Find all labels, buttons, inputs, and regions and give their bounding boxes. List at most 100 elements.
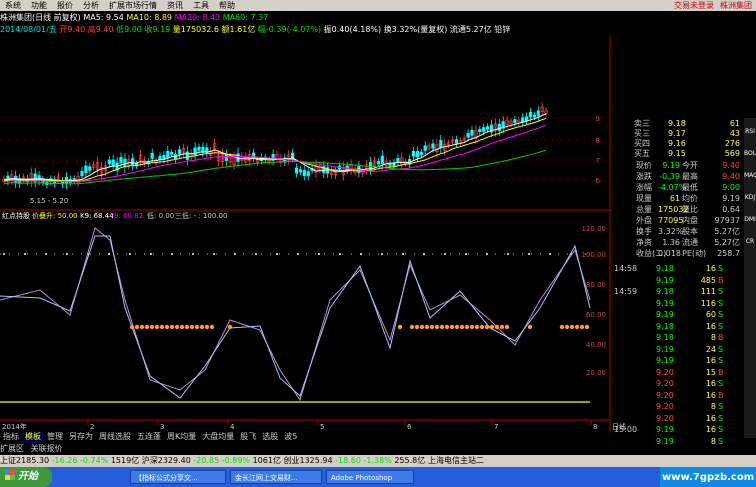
- stat-value-2: 258.7: [717, 249, 740, 258]
- month-label: 6: [407, 423, 412, 431]
- bottom-tab[interactable]: 另存为: [66, 431, 96, 443]
- tab-related-quote[interactable]: 关联报价: [31, 444, 63, 453]
- bottom-tab[interactable]: 股飞: [237, 431, 259, 443]
- tick-time: 14:58: [614, 264, 638, 273]
- holding-dot: [579, 324, 585, 330]
- tick-price: 9.18: [656, 264, 674, 273]
- bottom-tab[interactable]: 五连蓬: [134, 431, 164, 443]
- indicator-tick-label: 60.00: [586, 311, 606, 319]
- start-label: 开始: [18, 471, 38, 482]
- side-tab-kdj[interactable]: KDJ: [744, 188, 756, 208]
- tick-row: 15:00 9.19 16 S: [612, 424, 742, 435]
- holding-dot: [409, 324, 415, 330]
- day-date: 2014/08/01/五: [0, 25, 57, 34]
- indicator-tick-label: 100.00: [582, 251, 607, 259]
- task-item-label: Adobe Photoshop: [331, 474, 393, 482]
- trade-login-status[interactable]: 交易未登录: [674, 1, 714, 10]
- level-dot: [444, 253, 446, 255]
- ma10-label: MA10: 8.89: [126, 13, 173, 22]
- holding-dot: [149, 324, 155, 330]
- menu-bar: 系统 功能 报价 分析 扩展市场行情 资讯 工具 帮助 交易未登录 株洲集团: [0, 0, 756, 11]
- candlestick: [84, 165, 88, 174]
- tick-row: 9.19 60 S: [612, 309, 742, 320]
- bottom-tab[interactable]: 周线选股: [96, 431, 134, 443]
- menu-help[interactable]: 帮助: [214, 0, 240, 11]
- holding-dot: [459, 324, 465, 330]
- tick-row: 9.20 15 B: [612, 367, 742, 378]
- menu-analysis[interactable]: 分析: [78, 0, 104, 11]
- bottom-tab[interactable]: 波5: [281, 431, 300, 443]
- bottom-tab[interactable]: 模板: [22, 431, 44, 443]
- side-tab-boll[interactable]: BOLL: [744, 144, 756, 164]
- candlestick: [150, 152, 154, 159]
- tick-price: 9.18: [656, 321, 674, 331]
- holding-dot: [454, 324, 460, 330]
- level-dot: [108, 253, 110, 255]
- tick-time: 14:59: [614, 287, 638, 296]
- tick-row: 9.18 16 S: [612, 321, 742, 332]
- side-tab-rsi[interactable]: RSI: [744, 122, 756, 142]
- indicator-tick-label: 80.00: [586, 281, 606, 289]
- tick-volume: 485: [700, 275, 716, 285]
- task-item-trade[interactable]: 金长江网上交易财...: [230, 470, 322, 484]
- side-tab-macd[interactable]: MACD: [744, 166, 756, 186]
- indicator-tick-label: 40.00: [586, 341, 606, 349]
- bottom-tab[interactable]: 周K均量: [164, 431, 199, 443]
- tick-price: 9.20: [656, 413, 674, 423]
- holding-dot: [419, 324, 425, 330]
- month-label: 2: [90, 423, 94, 431]
- side-tab-dmi[interactable]: DMI: [744, 210, 756, 230]
- tick-volume: 15: [705, 367, 716, 377]
- candlestick: [170, 151, 174, 155]
- tick-volume: 16: [705, 390, 716, 400]
- price-tick-label: 7: [596, 157, 600, 165]
- task-item-formula[interactable]: 【指标公式分享交...: [130, 470, 226, 484]
- level-dot: [255, 253, 257, 255]
- holding-dot: [139, 324, 145, 330]
- tick-price: 9.19: [656, 275, 674, 285]
- candlestick: [528, 112, 533, 118]
- bottom-tab[interactable]: 管理: [44, 431, 66, 443]
- menu-system[interactable]: 系统: [0, 0, 26, 11]
- bottom-tab[interactable]: 指标: [0, 431, 22, 443]
- candlestick: [197, 146, 201, 151]
- cy-change: -18.60: [335, 456, 361, 465]
- tick-row: 9.19 485 B: [612, 275, 742, 286]
- holding-dot: [504, 324, 510, 330]
- day-amplitude: 振0.40(4.18%): [323, 25, 382, 34]
- menu-function[interactable]: 功能: [26, 0, 52, 11]
- menu-news[interactable]: 资讯: [162, 0, 188, 11]
- holding-dot: [449, 324, 455, 330]
- month-label: 5: [320, 423, 324, 431]
- ma20-line: [3, 124, 547, 183]
- task-item-photoshop[interactable]: Adobe Photoshop: [326, 470, 414, 484]
- holding-dot: [489, 324, 495, 330]
- menu-extended-market[interactable]: 扩展市场行情: [104, 0, 162, 11]
- holding-dot: [424, 324, 430, 330]
- holding-dot: [469, 324, 475, 330]
- holding-dot: [189, 324, 195, 330]
- quote-panel: 卖三 9.18 61 买三 9.17 43 买四 9.16 276 买五 9.15 569 现价 9.19…: [612, 118, 744, 446]
- server-name[interactable]: 上海电信主站二: [428, 455, 484, 467]
- menu-tools[interactable]: 工具: [188, 0, 214, 11]
- month-label: 7: [494, 423, 498, 431]
- holding-dot: [209, 324, 215, 330]
- indicator-tick-label: 120.00: [582, 225, 607, 233]
- holding-dot: [174, 324, 180, 330]
- level-dot: [150, 253, 152, 255]
- start-button[interactable]: 开始: [0, 467, 52, 487]
- tab-extended-area[interactable]: 扩展区: [0, 444, 24, 453]
- bottom-tab[interactable]: 大盘均量: [199, 431, 237, 443]
- candlestick: [290, 152, 295, 159]
- holding-dot: [564, 324, 570, 330]
- tick-side: S: [718, 436, 724, 446]
- sub-tab-bar: 扩展区 关联报价: [0, 443, 610, 454]
- level-dot: [213, 253, 215, 255]
- side-tab-cr[interactable]: CR: [744, 232, 756, 252]
- candlestick: [536, 110, 540, 117]
- tick-side: B: [718, 275, 724, 285]
- bottom-tab[interactable]: 选股: [259, 431, 281, 443]
- level-dot: [423, 253, 425, 255]
- ma60-label: MA60: 7.37: [222, 13, 269, 22]
- menu-quote[interactable]: 报价: [52, 0, 78, 11]
